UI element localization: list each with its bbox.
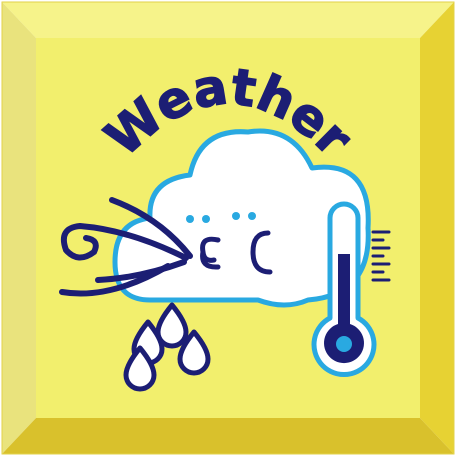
bevel-top: [2, 2, 454, 38]
bevel-bottom: [2, 418, 454, 454]
bevel-right: [420, 2, 454, 454]
weather-app-icon[interactable]: Weather: [0, 0, 456, 456]
bevel-left: [2, 2, 36, 454]
